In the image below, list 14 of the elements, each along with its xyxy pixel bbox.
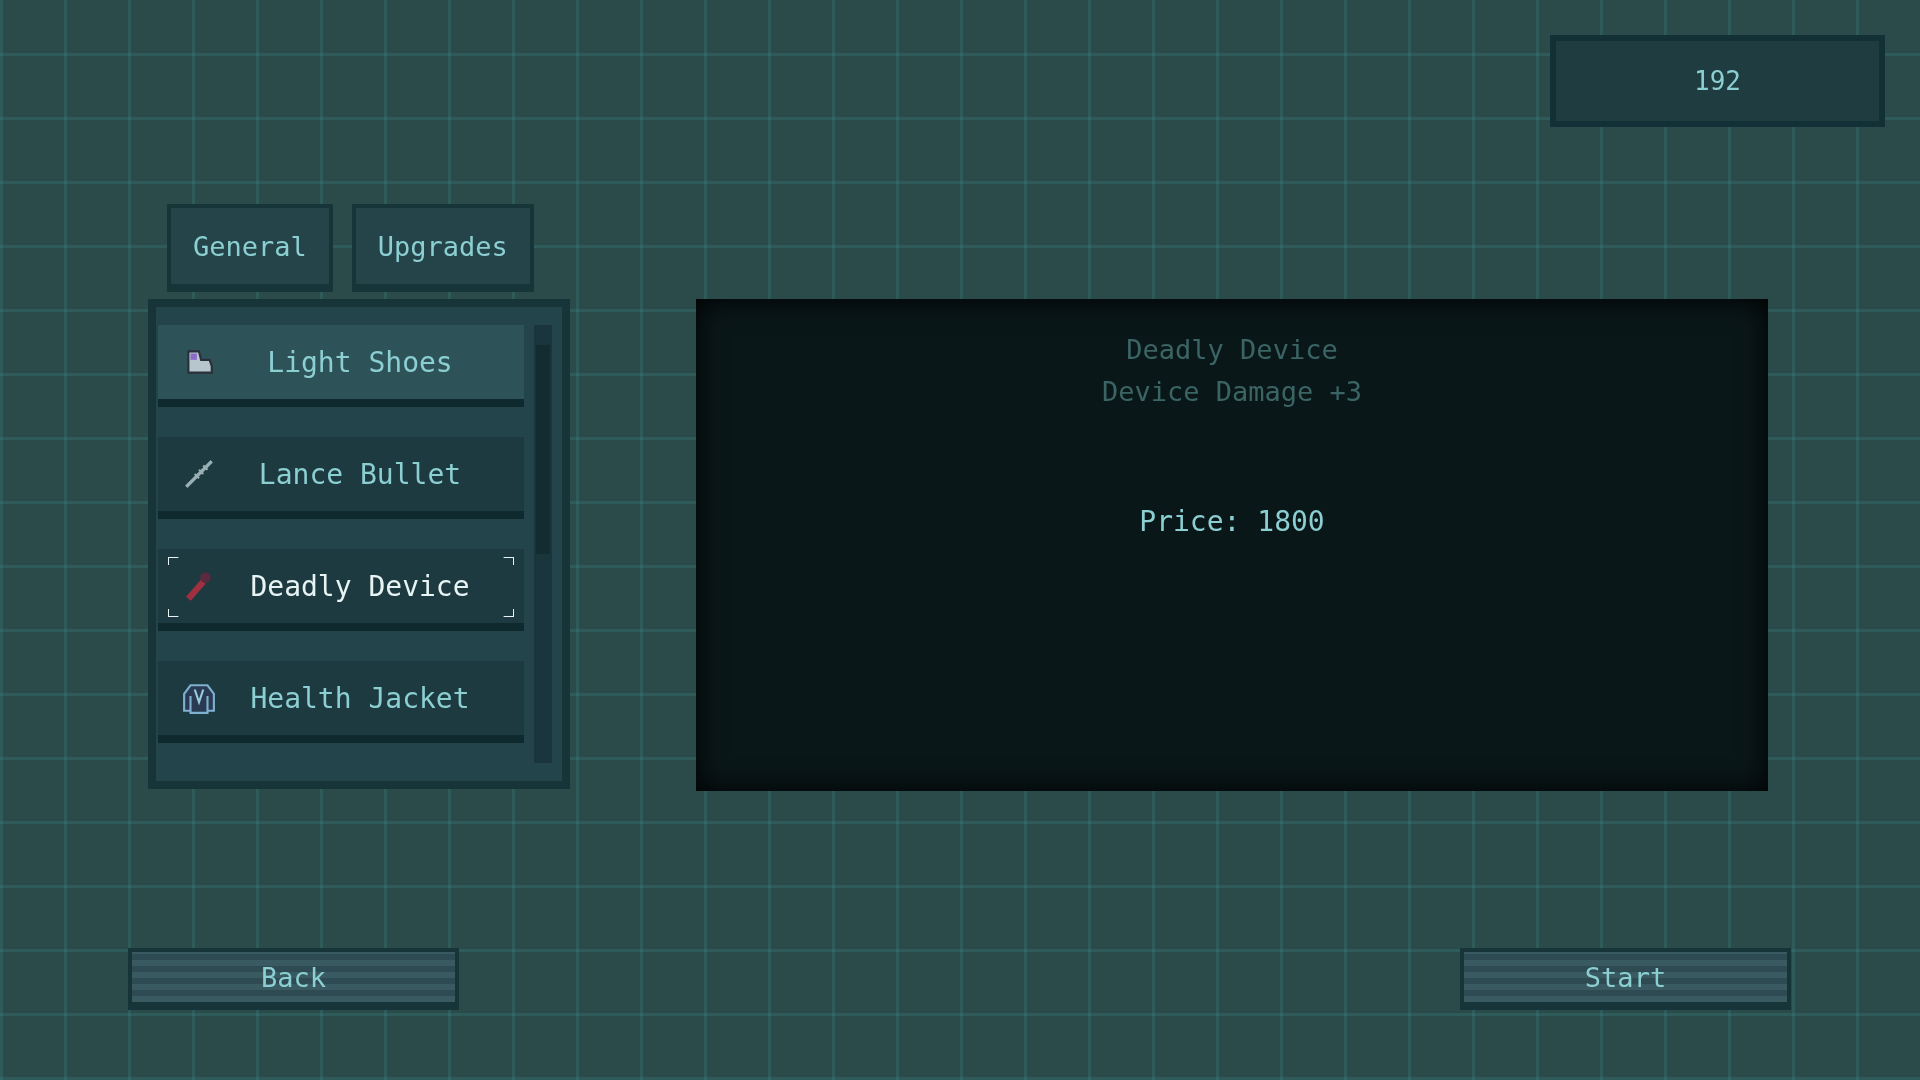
spear-icon bbox=[182, 457, 216, 491]
tab[interactable]: Upgrades bbox=[351, 204, 534, 292]
currency-counter: 192 bbox=[1550, 35, 1885, 127]
item-price: Price: 1800 bbox=[1139, 505, 1325, 538]
shop-item[interactable]: Health Jacket bbox=[158, 661, 524, 743]
shop-item[interactable]: Light Shoes bbox=[158, 325, 524, 407]
tab[interactable]: General bbox=[167, 204, 333, 292]
item-effect: Device Damage +3 bbox=[1101, 375, 1363, 409]
menu-button[interactable]: Back bbox=[128, 948, 459, 1010]
shop-item[interactable]: Lance Bullet bbox=[158, 437, 524, 519]
shop-item[interactable]: Deadly Device bbox=[158, 549, 524, 631]
jacket-icon bbox=[182, 681, 216, 715]
menu-button[interactable]: Start bbox=[1460, 948, 1791, 1010]
item-title: Deadly Device bbox=[1126, 333, 1338, 367]
